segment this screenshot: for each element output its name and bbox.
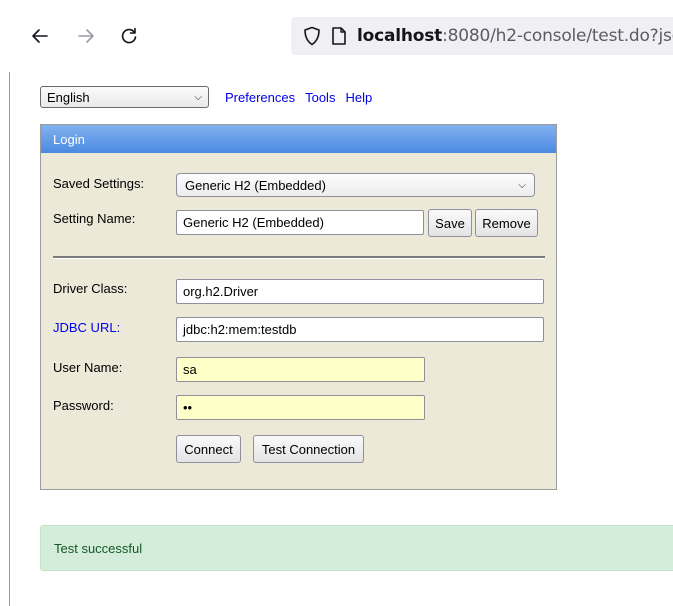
remove-button[interactable]: Remove — [475, 209, 538, 237]
driver-class-label: Driver Class: — [53, 281, 128, 296]
jdbc-url-input[interactable]: jdbc:h2:mem:testdb — [176, 317, 544, 342]
page-left-border — [9, 72, 10, 606]
saved-settings-value: Generic H2 (Embedded) — [185, 177, 326, 193]
section-divider — [53, 256, 545, 259]
preferences-link[interactable]: Preferences — [225, 90, 295, 105]
chevron-down-icon: ⌵ — [194, 91, 202, 103]
saved-settings-select[interactable]: Generic H2 (Embedded) ⌵ — [176, 173, 535, 197]
login-panel: Login Saved Settings: Generic H2 (Embedd… — [40, 124, 557, 490]
help-link[interactable]: Help — [345, 90, 372, 105]
top-menu-row: English ⌵ Preferences Tools Help — [40, 86, 372, 108]
driver-class-input[interactable]: org.h2.Driver — [176, 279, 544, 304]
password-input[interactable]: •• — [176, 395, 425, 420]
chevron-down-icon: ⌵ — [518, 179, 526, 191]
login-header: Login — [41, 125, 556, 153]
language-select-value: English — [47, 89, 90, 105]
reload-button[interactable] — [115, 22, 143, 50]
arrow-right-icon — [78, 29, 94, 43]
url-text[interactable]: localhost:8080/h2-console/test.do?jse — [357, 26, 673, 46]
setting-name-label: Setting Name: — [53, 211, 136, 226]
status-text: Test successful — [54, 540, 143, 556]
browser-toolbar: localhost:8080/h2-console/test.do?jse — [0, 0, 673, 72]
test-connection-button[interactable]: Test Connection — [253, 435, 364, 463]
url-host: localhost — [357, 26, 443, 46]
forward-button[interactable] — [72, 22, 100, 50]
password-label: Password: — [53, 398, 114, 413]
user-name-label: User Name: — [53, 360, 123, 375]
user-name-input[interactable]: sa — [176, 357, 425, 382]
shield-icon[interactable] — [303, 26, 321, 46]
jdbc-url-link[interactable]: JDBC URL: — [53, 320, 120, 335]
reload-icon — [121, 27, 137, 44]
saved-settings-label: Saved Settings: — [53, 176, 145, 191]
connect-button[interactable]: Connect — [176, 435, 241, 463]
status-message: Test successful — [40, 525, 673, 571]
setting-name-input[interactable]: Generic H2 (Embedded) — [176, 210, 424, 235]
back-button[interactable] — [26, 22, 54, 50]
url-path: :8080/h2-console/test.do?jse — [442, 26, 673, 46]
language-select[interactable]: English ⌵ — [40, 86, 209, 108]
page-icon[interactable] — [331, 26, 347, 46]
url-bar[interactable]: localhost:8080/h2-console/test.do?jse — [291, 17, 673, 55]
save-button[interactable]: Save — [428, 209, 472, 237]
tools-link[interactable]: Tools — [305, 90, 335, 105]
arrow-left-icon — [32, 29, 48, 43]
